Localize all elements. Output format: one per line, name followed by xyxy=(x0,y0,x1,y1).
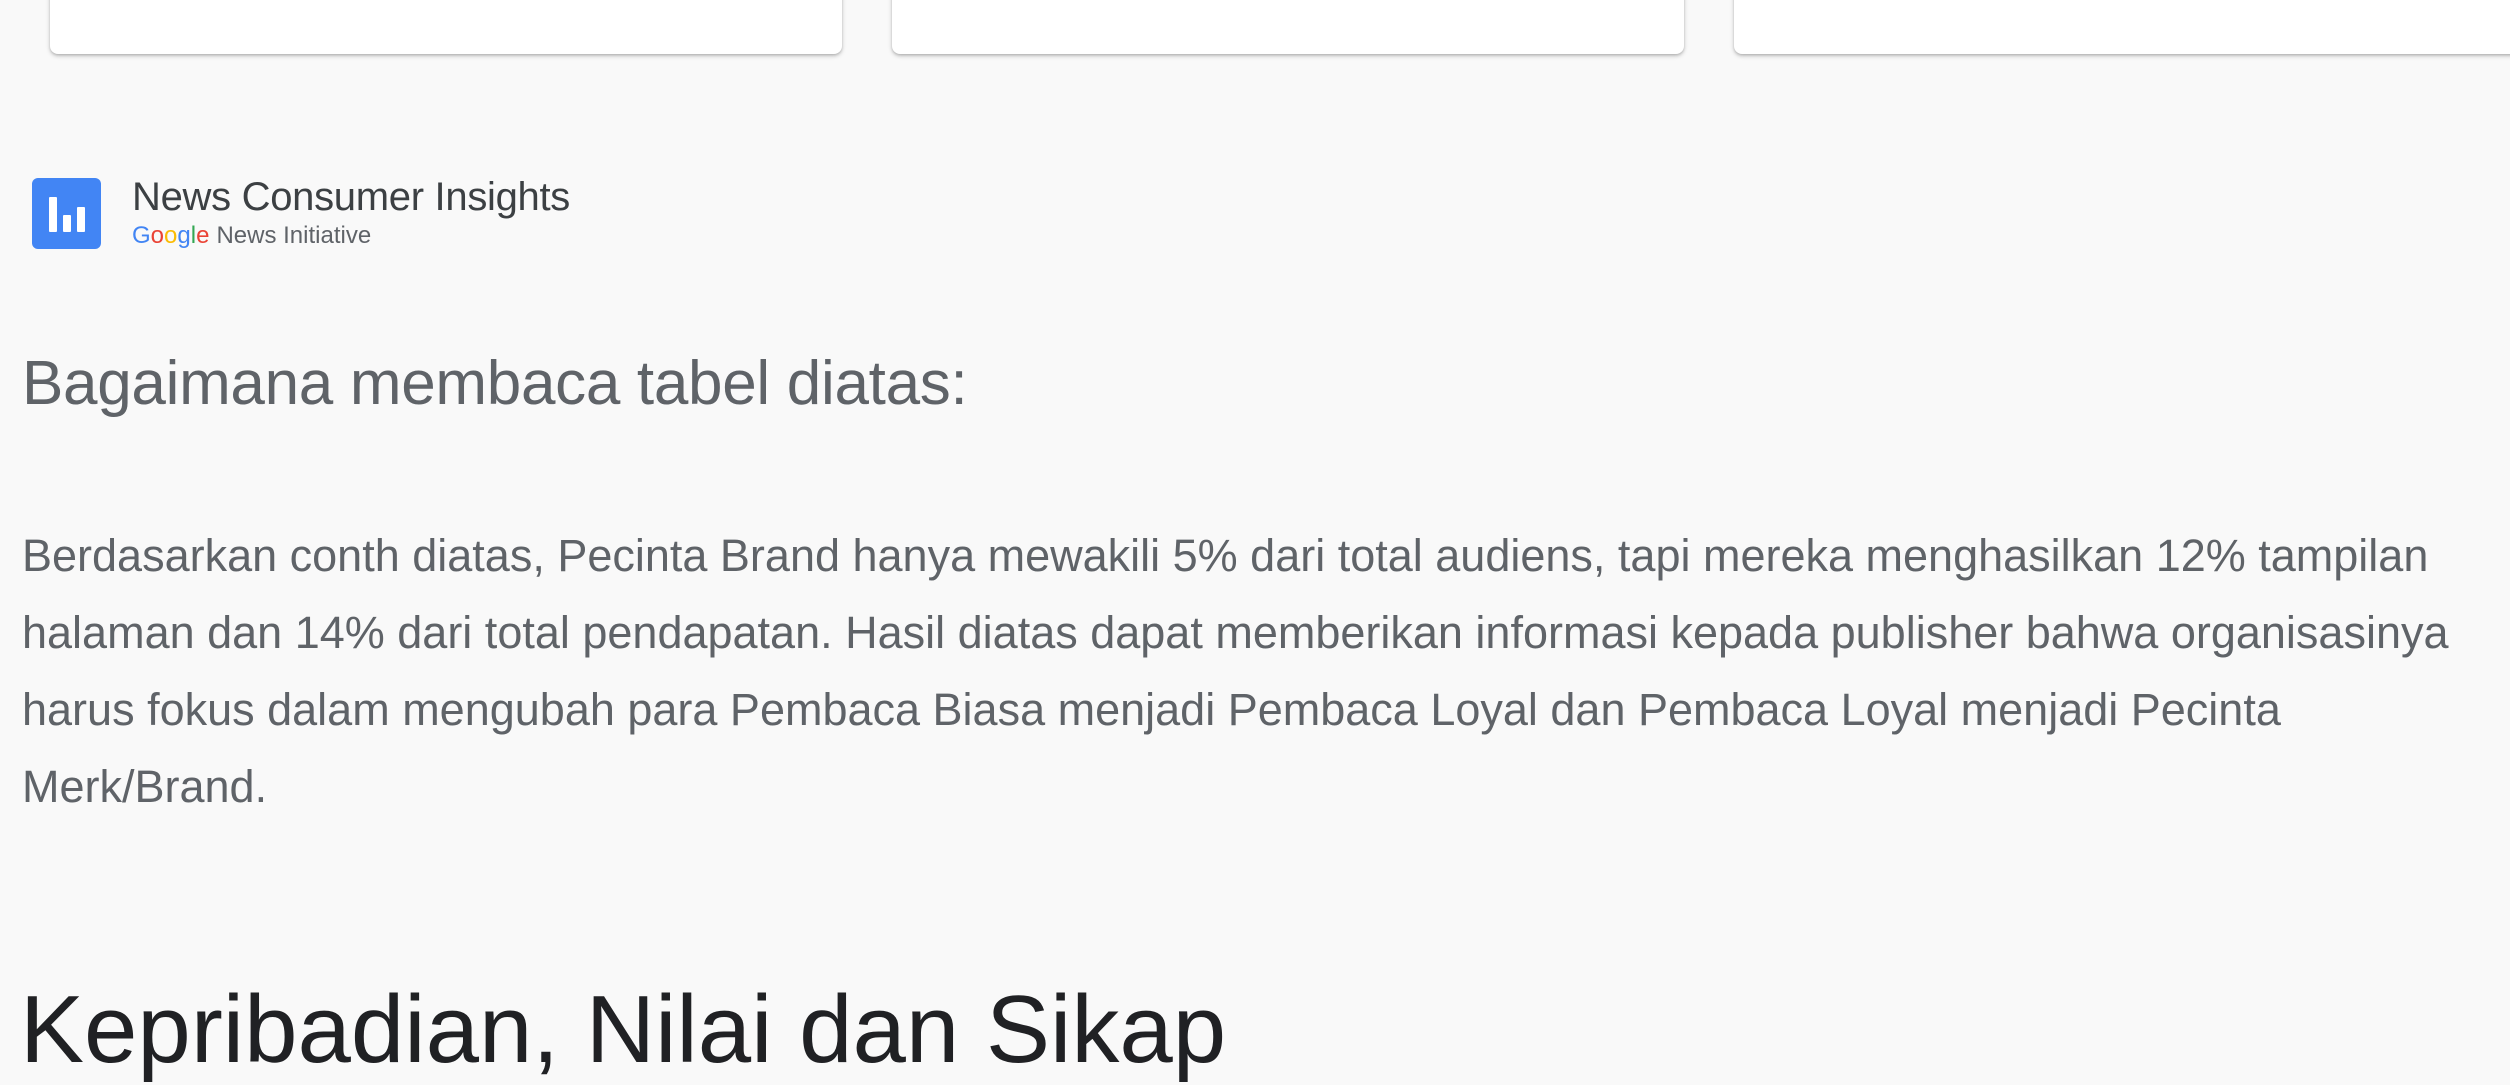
next-section-heading: Kepribadian, Nilai dan Sikap xyxy=(20,976,1227,1083)
brand-subtitle: Google News Initiative xyxy=(132,222,570,250)
brand-text: News Consumer Insights Google News Initi… xyxy=(132,176,570,250)
brand-subtitle-text: News Initiative xyxy=(216,222,372,249)
google-wordmark: Google xyxy=(132,222,210,249)
section-body-text: Berdasarkan conth diatas, Pecinta Brand … xyxy=(22,530,2449,812)
content-card[interactable] xyxy=(50,0,842,54)
bar-chart-icon xyxy=(32,178,101,249)
logo-bar xyxy=(77,207,85,232)
content-card[interactable] xyxy=(892,0,1684,54)
brand-lockup[interactable]: News Consumer Insights Google News Initi… xyxy=(32,176,570,252)
brand-title: News Consumer Insights xyxy=(132,175,571,219)
content-card[interactable] xyxy=(1734,0,2510,54)
cards-row xyxy=(0,0,2510,60)
logo-bar xyxy=(49,197,57,232)
logo-bar xyxy=(63,215,71,232)
section-heading: Bagaimana membaca tabel diatas: xyxy=(22,349,968,418)
